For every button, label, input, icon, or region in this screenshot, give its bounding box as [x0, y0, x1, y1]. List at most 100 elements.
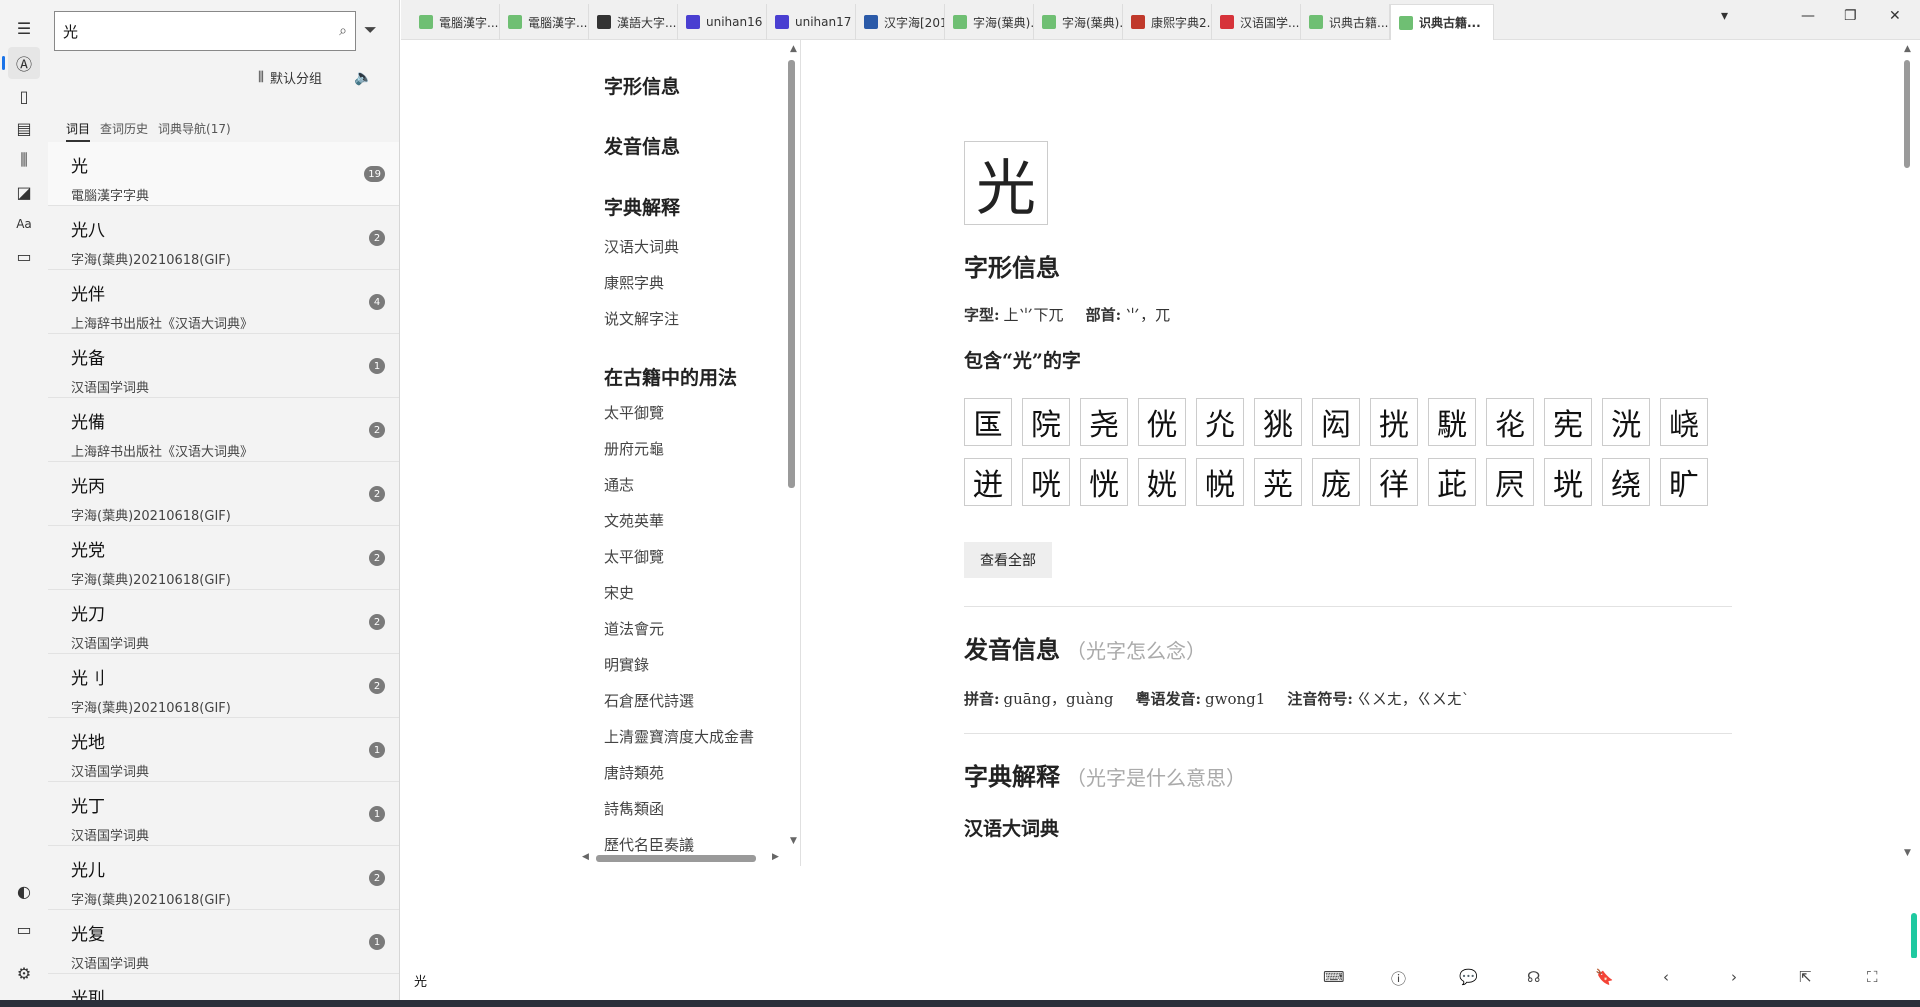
tab-2[interactable]: 漢語大字...: [589, 4, 678, 40]
char-cell[interactable]: 狣: [1254, 398, 1302, 446]
toc-item[interactable]: 歷代名臣奏議: [604, 834, 694, 855]
side-marker[interactable]: [1911, 913, 1917, 959]
tab-7[interactable]: 字海(葉典)...: [1034, 4, 1123, 40]
window-icon[interactable]: ▭: [8, 240, 40, 272]
toc-heading[interactable]: 发音信息: [604, 132, 680, 159]
char-cell[interactable]: 闳: [1312, 398, 1360, 446]
list-item[interactable]: 光伴 上海辞书出版社《汉语大词典》 4: [48, 270, 399, 334]
toc-item[interactable]: 说文解字注: [604, 308, 679, 329]
char-cell[interactable]: 匤: [964, 398, 1012, 446]
speaker-icon[interactable]: 🔈: [354, 68, 373, 86]
forward-icon[interactable]: ›: [1731, 968, 1737, 986]
char-cell[interactable]: 駫: [1428, 398, 1476, 446]
list-item[interactable]: 光丁 汉语国学词典 1: [48, 782, 399, 846]
theme-toggle-icon[interactable]: ◐: [8, 875, 40, 907]
bookmark-icon[interactable]: 🔖: [1595, 968, 1614, 986]
tab-3[interactable]: unihan16: [678, 4, 767, 40]
dictionary-icon[interactable]: ▯: [8, 80, 40, 112]
toc-item[interactable]: 道法會元: [604, 618, 664, 639]
toc-item[interactable]: 太平御覽: [604, 402, 664, 423]
list-item[interactable]: 光刀 汉语国学词典 2: [48, 590, 399, 654]
list-item[interactable]: 光备 汉语国学词典 1: [48, 334, 399, 398]
toc-horizontal-scrollbar[interactable]: [596, 855, 756, 862]
toc-heading[interactable]: 在古籍中的用法: [604, 363, 737, 390]
tab-0[interactable]: 電腦漢字...: [411, 4, 500, 40]
content-scroll-down-icon[interactable]: ▼: [1904, 848, 1911, 858]
char-cell[interactable]: 姯: [1138, 458, 1186, 506]
tab-8[interactable]: 康熙字典2...: [1123, 4, 1212, 40]
char-cell[interactable]: 迸: [964, 458, 1012, 506]
tab-6[interactable]: 字海(葉典)...: [945, 4, 1034, 40]
toc-scroll-left-icon[interactable]: ◀: [582, 852, 589, 862]
popout-icon[interactable]: ⇱: [1799, 968, 1812, 986]
char-cell[interactable]: 茪: [1254, 458, 1302, 506]
list-item[interactable]: 光刂 字海(葉典)20210618(GIF) 2: [48, 654, 399, 718]
toc-scroll-right-icon[interactable]: ▶: [772, 852, 779, 862]
toc-item[interactable]: 通志: [604, 474, 634, 495]
char-cell[interactable]: 院: [1022, 398, 1070, 446]
tab-10[interactable]: 识典古籍...: [1301, 4, 1390, 40]
tab-11[interactable]: 识典古籍...: [1390, 4, 1494, 40]
list-item[interactable]: 光党 字海(葉典)20210618(GIF) 2: [48, 526, 399, 590]
sidebar-tab-0[interactable]: 词目: [66, 120, 91, 142]
char-cell[interactable]: 挄: [1370, 398, 1418, 446]
char-cell[interactable]: 庞: [1312, 458, 1360, 506]
close-icon[interactable]: ✕: [1889, 8, 1901, 24]
list-item[interactable]: 光刵: [48, 974, 399, 1000]
info-icon[interactable]: ⓘ: [1391, 968, 1406, 989]
tab-5[interactable]: 汉字海[201...: [856, 4, 945, 40]
toc-heading[interactable]: 字形信息: [604, 72, 680, 99]
char-cell[interactable]: 炛: [1486, 398, 1534, 446]
list-item[interactable]: 光八 字海(葉典)20210618(GIF) 2: [48, 206, 399, 270]
toc-item[interactable]: 汉语大词典: [604, 236, 679, 257]
list-item[interactable]: 光复 汉语国学词典 1: [48, 910, 399, 974]
search-box[interactable]: ⌕: [54, 11, 356, 51]
char-cell[interactable]: 绕: [1602, 458, 1650, 506]
sidebar-tab-2[interactable]: 词典导航(17): [158, 120, 231, 142]
char-cell[interactable]: 垙: [1544, 458, 1592, 506]
content-scroll-up-icon[interactable]: ▲: [1904, 44, 1911, 54]
toc-scroll-up-icon[interactable]: ▲: [790, 44, 797, 54]
list-item[interactable]: 光儿 字海(葉典)20210618(GIF) 2: [48, 846, 399, 910]
char-cell[interactable]: 侊: [1138, 398, 1186, 446]
tab-1[interactable]: 電腦漢字...: [500, 4, 589, 40]
font-icon[interactable]: Aa: [8, 208, 40, 240]
minimize-icon[interactable]: —: [1801, 8, 1815, 24]
toc-item[interactable]: 明實錄: [604, 654, 649, 675]
toc-item[interactable]: 詩雋類函: [604, 798, 664, 819]
search-input[interactable]: [63, 22, 340, 40]
toc-item[interactable]: 宋史: [604, 582, 634, 603]
char-cell[interactable]: 宪: [1544, 398, 1592, 446]
char-cell[interactable]: 咣: [1022, 458, 1070, 506]
toc-item[interactable]: 唐詩類苑: [604, 762, 664, 783]
char-cell[interactable]: 峣: [1660, 398, 1708, 446]
sidebar-icon[interactable]: ▭: [8, 913, 40, 945]
toc-scroll-down-icon[interactable]: ▼: [790, 836, 797, 846]
menu-icon[interactable]: ☰: [8, 12, 40, 44]
terminal-icon[interactable]: ⌨: [1323, 968, 1345, 986]
toc-item[interactable]: 太平御覽: [604, 546, 664, 567]
toc-item[interactable]: 册府元龜: [604, 438, 664, 459]
content-scrollbar[interactable]: [1904, 60, 1910, 168]
char-cell[interactable]: 灮: [1196, 398, 1244, 446]
book-icon[interactable]: ▤: [8, 112, 40, 144]
list-item[interactable]: 光備 上海辞书出版社《汉语大词典》 2: [48, 398, 399, 462]
sidebar-tab-1[interactable]: 查词历史: [100, 120, 148, 142]
char-cell[interactable]: 帨: [1196, 458, 1244, 506]
library-icon[interactable]: ⫼: [8, 144, 40, 176]
char-cell[interactable]: 屄: [1486, 458, 1534, 506]
gear-icon[interactable]: ⚙: [8, 957, 40, 989]
toc-item[interactable]: 上清靈寶濟度大成金書: [604, 726, 754, 747]
chart-icon[interactable]: ◪: [8, 176, 40, 208]
list-item[interactable]: 光電腦漢字字典 19: [48, 142, 399, 206]
comment-icon[interactable]: 💬: [1459, 968, 1478, 986]
list-item[interactable]: 光地 汉语国学词典 1: [48, 718, 399, 782]
lookup-icon[interactable]: Ⓐ: [2, 47, 40, 79]
toc-item[interactable]: 石倉歷代詩選: [604, 690, 694, 711]
char-cell[interactable]: 徉: [1370, 458, 1418, 506]
view-all-button[interactable]: 查看全部: [964, 542, 1052, 578]
list-item[interactable]: 光丙 字海(葉典)20210618(GIF) 2: [48, 462, 399, 526]
group-selector[interactable]: ⫼ 默认分组: [258, 68, 322, 87]
char-cell[interactable]: 茈: [1428, 458, 1476, 506]
toc-heading[interactable]: 字典解释: [604, 193, 680, 220]
